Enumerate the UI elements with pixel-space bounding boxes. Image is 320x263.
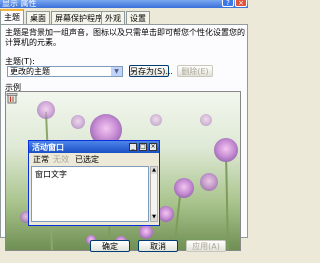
theme-dropdown[interactable]: 更改的主题 ▼ (7, 66, 123, 77)
themes-panel: 主题是背景加一组声音，图标以及只需单击即可帮您个性化设置您的计算机的元素。 主题… (0, 24, 248, 251)
tab-screensaver[interactable]: 屏幕保护程序 (51, 11, 107, 24)
sample-window-body: 窗口文字 (31, 166, 149, 222)
tab-themes[interactable]: 主题 (0, 9, 24, 25)
tab-appearance[interactable]: 外观 (101, 11, 125, 24)
close-icon: × (149, 143, 157, 151)
sample-window-title: 活动窗口 (32, 143, 64, 152)
tab-desktop[interactable]: 桌面 (26, 11, 50, 24)
save-as-button[interactable]: 另存为(S)... (129, 65, 173, 77)
sample-window: 活动窗口 _ □ × 正常 无效 已选定 窗口文字 ▲ ▼ (28, 140, 160, 226)
menu-selected: 已选定 (75, 155, 99, 164)
display-properties-dialog: 显示 属性 ? × 主题 桌面 屏幕保护程序 外观 设置 主题是背景加一组声音，… (0, 0, 248, 263)
maximize-icon: □ (139, 143, 147, 151)
cancel-button[interactable]: 取消 (138, 240, 178, 252)
title-bar[interactable]: 显示 属性 ? × (0, 0, 248, 8)
theme-dropdown-value: 更改的主题 (10, 67, 50, 76)
tab-strip: 主题 桌面 屏幕保护程序 外观 设置 (0, 9, 248, 25)
menu-normal: 正常 (33, 155, 49, 164)
scroll-up-icon: ▲ (151, 167, 157, 174)
apply-button[interactable]: 应用(A) (186, 240, 226, 252)
recycle-bin-icon (6, 93, 18, 104)
theme-preview: 活动窗口 _ □ × 正常 无效 已选定 窗口文字 ▲ ▼ (5, 91, 241, 251)
menu-disabled: 无效 (53, 155, 69, 164)
help-button[interactable]: ? (222, 0, 234, 7)
theme-description: 主题是背景加一组声音，图标以及只需单击即可帮您个性化设置您的计算机的元素。 (5, 28, 245, 47)
delete-button[interactable]: 删除(E) (177, 65, 213, 77)
sample-title-bar: 活动窗口 _ □ × (29, 141, 159, 153)
window-title: 显示 属性 (2, 0, 37, 8)
tab-settings[interactable]: 设置 (126, 11, 150, 24)
ok-button[interactable]: 确定 (90, 240, 130, 252)
sample-window-text: 窗口文字 (35, 170, 67, 179)
close-button[interactable]: × (235, 0, 247, 7)
minimize-icon: _ (129, 143, 137, 151)
sample-scrollbar: ▲ ▼ (150, 166, 158, 222)
scroll-down-icon: ▼ (151, 214, 157, 221)
chevron-down-icon[interactable]: ▼ (111, 67, 122, 76)
